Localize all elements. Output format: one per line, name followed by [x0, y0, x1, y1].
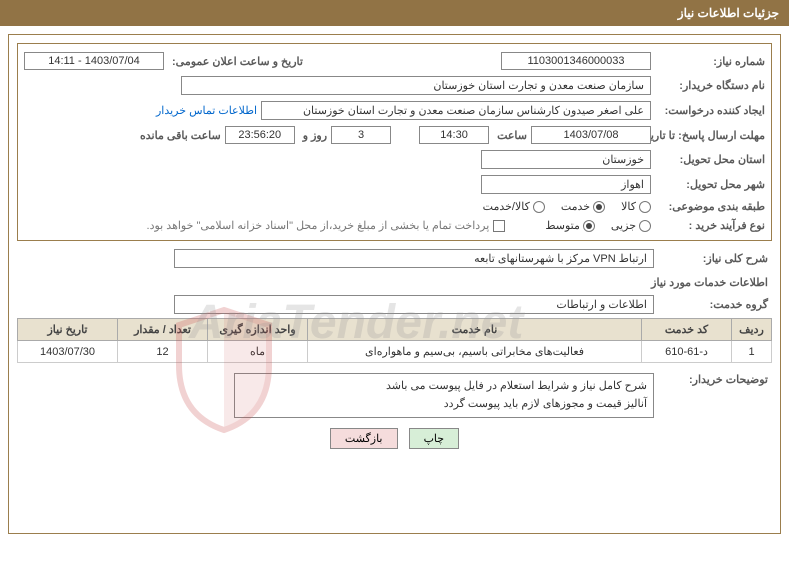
need-no-value: 1103001346000033 — [501, 52, 651, 70]
buyer-notes-line2: آنالیز قیمت و مجوزهای لازم باید پیوست گر… — [241, 396, 647, 414]
th-name: نام خدمت — [308, 319, 642, 341]
cell-code: د-61-610 — [642, 341, 732, 363]
deadline-label: مهلت ارسال پاسخ: تا تاریخ: — [655, 129, 765, 142]
button-row: چاپ بازگشت — [17, 428, 772, 449]
radio-icon — [639, 220, 651, 232]
buyer-notes-line1: شرح کامل نیاز و شرایط استعلام در فایل پی… — [241, 378, 647, 396]
time-label: ساعت — [493, 129, 527, 142]
city-label: شهر محل تحویل: — [655, 178, 765, 191]
buyer-org-value: سازمان صنعت معدن و تجارت استان خوزستان — [181, 76, 651, 95]
city-value: اهواز — [481, 175, 651, 194]
services-table: ردیف کد خدمت نام خدمت واحد اندازه گیری ت… — [17, 318, 772, 363]
services-info-label: اطلاعات خدمات مورد نیاز — [21, 276, 768, 289]
cell-row: 1 — [732, 341, 772, 363]
province-label: استان محل تحویل: — [655, 153, 765, 166]
days-remaining: 3 — [331, 126, 391, 144]
radio-service[interactable]: خدمت — [561, 200, 605, 213]
need-no-label: شماره نیاز: — [655, 55, 765, 68]
province-value: خوزستان — [481, 150, 651, 169]
table-row: 1 د-61-610 فعالیت‌های مخابراتی باسیم، بی… — [18, 341, 772, 363]
remaining-text: ساعت باقی مانده — [136, 129, 221, 142]
radio-icon — [533, 201, 545, 213]
service-group-label: گروه خدمت: — [658, 298, 768, 311]
info-group-main: شماره نیاز: 1103001346000033 تاریخ و ساع… — [17, 43, 772, 241]
purchase-type-label: نوع فرآیند خرید : — [655, 219, 765, 232]
category-label: طبقه بندی موضوعی: — [655, 200, 765, 213]
th-date: تاریخ نیاز — [18, 319, 118, 341]
need-desc-label: شرح کلی نیاز: — [658, 252, 768, 265]
radio-medium[interactable]: متوسط — [545, 219, 595, 232]
treasury-note: پرداخت تمام یا بخشی از مبلغ خرید،از محل … — [147, 219, 490, 232]
radio-icon — [583, 220, 595, 232]
treasury-checkbox[interactable] — [493, 220, 505, 232]
days-text: روز و — [299, 129, 327, 142]
th-row: ردیف — [732, 319, 772, 341]
radio-icon — [639, 201, 651, 213]
radio-partial[interactable]: جزیی — [611, 219, 651, 232]
page-title: جزئیات اطلاعات نیاز — [678, 6, 779, 20]
announce-value: 1403/07/04 - 14:11 — [24, 52, 164, 70]
buyer-contact-link[interactable]: اطلاعات تماس خریدار — [156, 104, 257, 117]
radio-goods[interactable]: کالا — [621, 200, 651, 213]
radio-goods-service[interactable]: کالا/خدمت — [483, 200, 545, 213]
cell-date: 1403/07/30 — [18, 341, 118, 363]
cell-name: فعالیت‌های مخابراتی باسیم، بی‌سیم و ماهو… — [308, 341, 642, 363]
requester-value: علی اصغر صیدون کارشناس سازمان صنعت معدن … — [261, 101, 651, 120]
buyer-notes-box: شرح کامل نیاز و شرایط استعلام در فایل پی… — [234, 373, 654, 418]
watermark-shield-icon — [169, 305, 279, 435]
requester-label: ایجاد کننده درخواست: — [655, 104, 765, 117]
page-header: جزئیات اطلاعات نیاز — [0, 0, 789, 26]
buyer-notes-label: توضیحات خریدار: — [658, 373, 768, 386]
need-desc-value: ارتباط VPN مرکز با شهرستانهای تابعه — [174, 249, 654, 268]
print-button[interactable]: چاپ — [409, 428, 460, 449]
announce-label: تاریخ و ساعت اعلان عمومی: — [168, 55, 303, 68]
th-code: کد خدمت — [642, 319, 732, 341]
hours-remaining: 23:56:20 — [225, 126, 295, 144]
main-frame: AriaTender.net شماره نیاز: 1103001346000… — [8, 34, 781, 534]
buyer-org-label: نام دستگاه خریدار: — [655, 79, 765, 92]
back-button[interactable]: بازگشت — [330, 428, 398, 449]
deadline-time: 14:30 — [419, 126, 489, 144]
table-header-row: ردیف کد خدمت نام خدمت واحد اندازه گیری ت… — [18, 319, 772, 341]
deadline-date: 1403/07/08 — [531, 126, 651, 144]
radio-icon — [593, 201, 605, 213]
